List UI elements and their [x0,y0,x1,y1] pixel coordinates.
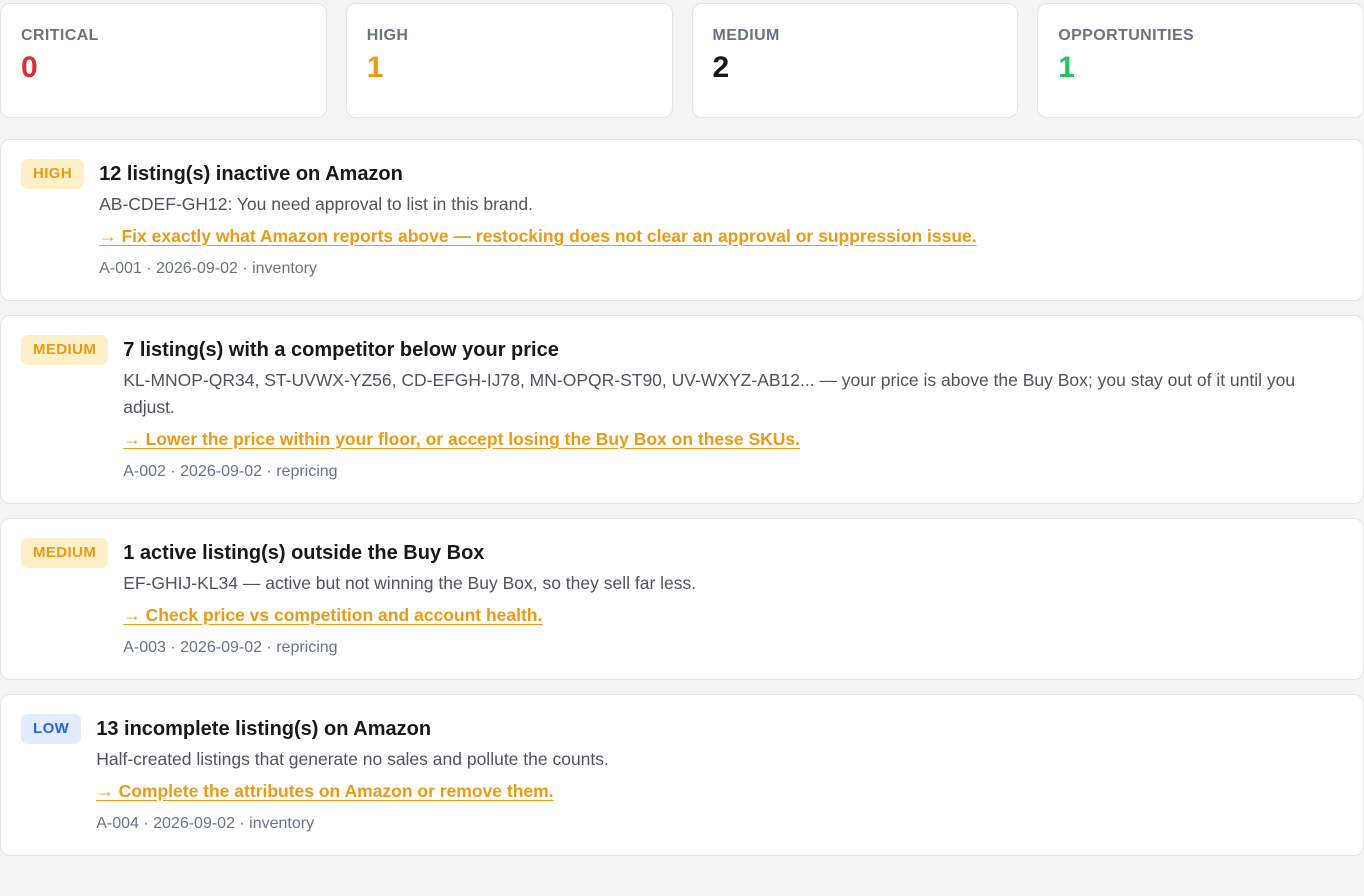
alert-card: HIGH 12 listing(s) inactive on Amazon AB… [0,139,1364,301]
alert-description: AB-CDEF-GH12: You need approval to list … [99,194,533,214]
stat-label: CRITICAL [21,27,99,44]
alert-description: EF-GHIJ-KL34 — active but not winning th… [123,573,697,593]
alerts-page: CRITICAL 0 HIGH 1 MEDIUM 2 OPPORTUNITIES… [0,0,1364,896]
alert-list: HIGH 12 listing(s) inactive on Amazon AB… [0,139,1364,856]
alert-action-link[interactable]: → Check price vs competition and account… [123,603,542,627]
stat-value: 1 [1058,51,1075,84]
alert-card: MEDIUM 1 active listing(s) outside the B… [0,518,1364,680]
severity-badge: MEDIUM [21,538,109,568]
alert-title: 1 active listing(s) outside the Buy Box [123,542,485,564]
stat-value: 2 [712,51,730,84]
alert-meta: A-002 · 2026-09-02 · repricing [123,463,338,480]
stat-label: HIGH [366,27,409,44]
alert-card: MEDIUM 7 listing(s) with a competitor be… [0,315,1364,504]
stat-card-medium: MEDIUM 2 [691,3,1019,118]
stat-label: MEDIUM [712,27,780,44]
stat-value: 1 [366,51,384,84]
alert-title: 13 incomplete listing(s) on Amazon [96,718,432,740]
stat-card-critical: CRITICAL 0 [0,3,327,118]
summary-cards: CRITICAL 0 HIGH 1 MEDIUM 2 OPPORTUNITIES… [0,3,1364,118]
stat-label: OPPORTUNITIES [1058,27,1195,44]
severity-badge: MEDIUM [21,335,109,365]
alert-card: LOW 13 incomplete listing(s) on Amazon H… [0,694,1364,856]
alert-action-link[interactable]: → Fix exactly what Amazon reports above … [99,224,977,248]
stat-card-high: HIGH 1 [345,3,673,118]
alert-meta: A-004 · 2026-09-02 · inventory [96,815,315,832]
alert-meta: A-003 · 2026-09-02 · repricing [123,639,338,656]
alert-description: KL-MNOP-QR34, ST-UVWX-YZ56, CD-EFGH-IJ78… [123,370,1296,417]
severity-badge: LOW [21,714,82,744]
alert-body: 13 incomplete listing(s) on Amazon Half-… [96,714,1343,835]
alert-title: 12 listing(s) inactive on Amazon [99,163,403,185]
alert-title: 7 listing(s) with a competitor below you… [123,339,559,361]
alert-description: Half-created listings that generate no s… [96,749,609,769]
alert-action-link[interactable]: → Lower the price within your floor, or … [123,427,800,451]
severity-badge: HIGH [21,159,85,189]
alert-body: 12 listing(s) inactive on Amazon AB-CDEF… [99,159,1343,280]
alert-meta: A-001 · 2026-09-02 · inventory [99,260,318,277]
alert-body: 7 listing(s) with a competitor below you… [123,335,1343,483]
alert-body: 1 active listing(s) outside the Buy Box … [123,538,1343,659]
alert-action-link[interactable]: → Complete the attributes on Amazon or r… [96,779,553,803]
stat-card-opportunities: OPPORTUNITIES 1 [1037,3,1364,118]
stat-value: 0 [21,51,38,84]
